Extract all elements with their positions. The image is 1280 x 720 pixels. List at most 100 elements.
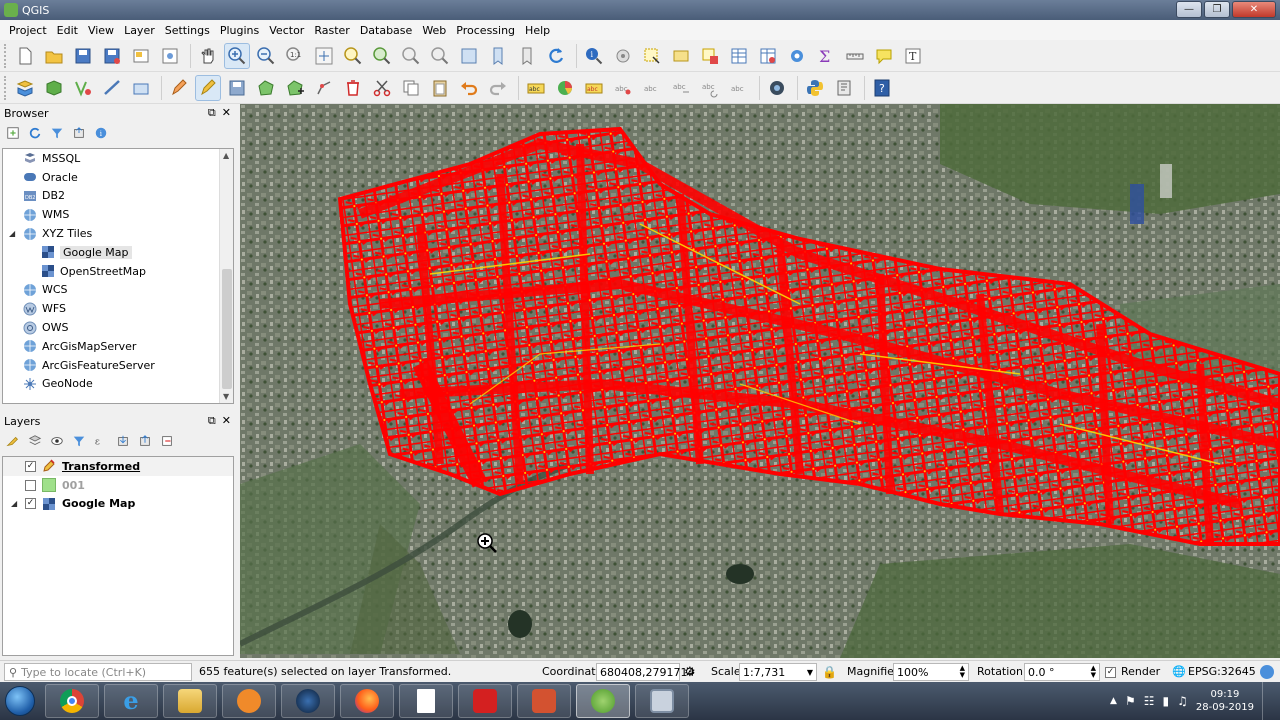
virtual-layer-icon[interactable] — [128, 75, 154, 101]
data-source-manager-icon[interactable] — [12, 75, 38, 101]
menu-help[interactable]: Help — [520, 24, 555, 37]
redo-icon[interactable] — [485, 75, 511, 101]
pan-map-icon[interactable] — [195, 43, 221, 69]
select-features-icon[interactable] — [639, 43, 665, 69]
identify-features-icon[interactable]: i — [581, 43, 607, 69]
taskbar-qgis[interactable] — [576, 684, 630, 718]
browser-item-openstreetmap[interactable]: OpenStreetMap — [3, 262, 233, 281]
open-project-icon[interactable] — [41, 43, 67, 69]
lock-scale-icon[interactable]: 🔒 — [822, 665, 837, 679]
layer-row-001[interactable]: 001 — [3, 476, 233, 495]
add-polygon-icon[interactable] — [253, 75, 279, 101]
bookmark-icon[interactable] — [485, 43, 511, 69]
paste-features-icon[interactable] — [427, 75, 453, 101]
messages-icon[interactable] — [1260, 665, 1274, 679]
digitize-line-icon[interactable] — [99, 75, 125, 101]
expand-all-icon[interactable] — [114, 432, 132, 450]
python-console-icon[interactable] — [802, 75, 828, 101]
show-bookmarks-icon[interactable] — [514, 43, 540, 69]
remove-layer-icon[interactable] — [158, 432, 176, 450]
network-icon[interactable]: ☷ — [1144, 694, 1155, 708]
show-desktop-button[interactable] — [1262, 682, 1272, 720]
menu-layer[interactable]: Layer — [119, 24, 160, 37]
show-hidden-icons-icon[interactable]: ▲ — [1110, 696, 1117, 706]
measure-icon[interactable] — [842, 43, 868, 69]
taskbar-firefox[interactable] — [340, 684, 394, 718]
change-label-icon[interactable]: abc — [726, 75, 752, 101]
collapse-all-layers-icon[interactable] — [136, 432, 154, 450]
taskbar-window-manager[interactable] — [635, 684, 689, 718]
deselect-icon[interactable] — [697, 43, 723, 69]
save-as-icon[interactable] — [99, 43, 125, 69]
zoom-out-icon[interactable] — [253, 43, 279, 69]
zoom-native-icon[interactable]: 1:1 — [282, 43, 308, 69]
browser-item-wfs[interactable]: WFS — [3, 299, 233, 318]
browser-item-arcgismapserver[interactable]: ArcGisMapServer — [3, 337, 233, 356]
zoom-full-icon[interactable] — [311, 43, 337, 69]
zoom-next-icon[interactable] — [427, 43, 453, 69]
maximize-button[interactable]: ❐ — [1204, 1, 1230, 18]
layer-styling-icon[interactable] — [4, 432, 22, 450]
highlight-pinned-labels-icon[interactable]: abc — [581, 75, 607, 101]
collapse-all-icon[interactable] — [70, 124, 88, 142]
georeferencer-icon[interactable] — [764, 75, 790, 101]
text-annotation-icon[interactable]: T — [900, 43, 926, 69]
current-edits-icon[interactable] — [166, 75, 192, 101]
layer-visibility-checkbox[interactable]: ✓ — [25, 498, 36, 510]
undo-icon[interactable] — [456, 75, 482, 101]
browser-item-xyz-tiles[interactable]: ◢ XYZ Tiles — [3, 224, 233, 243]
layer-row-transformed[interactable]: ✓ Transformed — [3, 457, 233, 476]
layer-row-google-map[interactable]: ◢ ✓ Google Map — [3, 495, 233, 514]
add-feature-icon[interactable] — [282, 75, 308, 101]
taskbar-app-dark[interactable] — [281, 684, 335, 718]
run-action-icon[interactable] — [610, 43, 636, 69]
menu-raster[interactable]: Raster — [309, 24, 354, 37]
map-tips-icon[interactable] — [871, 43, 897, 69]
menu-settings[interactable]: Settings — [160, 24, 215, 37]
menu-project[interactable]: Project — [4, 24, 52, 37]
new-project-icon[interactable] — [12, 43, 38, 69]
browser-item-geonode[interactable]: GeoNode — [3, 375, 233, 394]
browser-item-arcgisfeatureserver[interactable]: ArcGisFeatureServer — [3, 356, 233, 375]
rotate-label-icon[interactable]: abc — [697, 75, 723, 101]
pin-labels-icon[interactable]: abc — [610, 75, 636, 101]
close-panel-icon[interactable]: ✕ — [222, 414, 231, 428]
zoom-selection-icon[interactable] — [340, 43, 366, 69]
menu-view[interactable]: View — [83, 24, 119, 37]
menu-database[interactable]: Database — [355, 24, 418, 37]
save-project-icon[interactable] — [70, 43, 96, 69]
cut-features-icon[interactable] — [369, 75, 395, 101]
layer-labeling-icon[interactable]: abc — [523, 75, 549, 101]
help-contents-icon[interactable]: ? — [869, 75, 895, 101]
scale-combobox[interactable]: 1:7,731 ▼ — [739, 663, 817, 681]
browser-item-wcs[interactable]: WCS — [3, 281, 233, 300]
browser-item-mssql[interactable]: MSSQL — [3, 149, 233, 168]
zoom-layer-icon[interactable] — [369, 43, 395, 69]
layer-diagram-icon[interactable] — [552, 75, 578, 101]
browser-item-google-map[interactable]: Google Map — [3, 243, 233, 262]
copy-features-icon[interactable] — [398, 75, 424, 101]
taskbar-internet-explorer[interactable]: e — [104, 684, 158, 718]
refresh-icon[interactable] — [543, 43, 569, 69]
select-by-value-icon[interactable] — [668, 43, 694, 69]
browser-item-db2[interactable]: DB2 DB2 — [3, 187, 233, 206]
field-calculator-icon[interactable] — [755, 43, 781, 69]
taskbar-file-explorer[interactable] — [163, 684, 217, 718]
power-icon[interactable]: ▮ — [1163, 694, 1170, 708]
properties-icon[interactable]: i — [92, 124, 110, 142]
delete-selected-icon[interactable] — [340, 75, 366, 101]
taskbar-media-player[interactable] — [222, 684, 276, 718]
action-center-icon[interactable]: ⚑ — [1125, 694, 1136, 708]
plugin-tool-icon[interactable] — [831, 75, 857, 101]
filter-expression-icon[interactable]: ε — [92, 432, 110, 450]
map-canvas[interactable] — [240, 104, 1280, 658]
move-label-icon[interactable]: abc — [668, 75, 694, 101]
float-panel-icon[interactable]: ⧉ — [208, 106, 216, 120]
digitize-vertex-icon[interactable] — [70, 75, 96, 101]
menu-edit[interactable]: Edit — [52, 24, 83, 37]
scrollbar-thumb[interactable] — [222, 269, 232, 389]
zoom-last-icon[interactable] — [398, 43, 424, 69]
expanded-arrow-icon[interactable]: ◢ — [11, 499, 25, 508]
rotation-spinbox[interactable]: 0.0 ° ▲ ▼ — [1024, 663, 1100, 681]
menu-vector[interactable]: Vector — [264, 24, 309, 37]
